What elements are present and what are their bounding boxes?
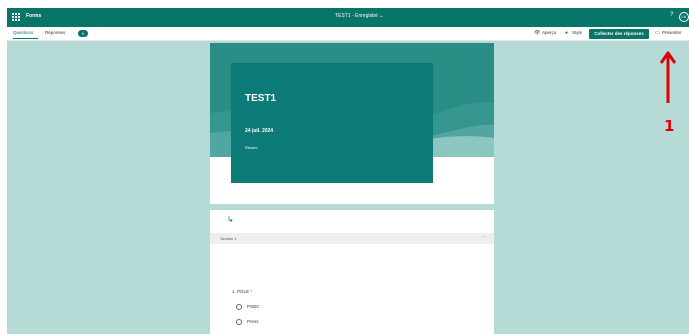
help-icon[interactable]: ? — [670, 12, 673, 18]
annotation-label: 1 — [664, 117, 675, 135]
palette-icon: ● — [565, 30, 569, 36]
form-date: 24 juil. 2024 — [245, 128, 274, 134]
app-name[interactable]: Forms — [26, 13, 41, 19]
responses-count-badge: 0 — [78, 30, 88, 37]
section-header[interactable]: Section 1 ··· — [210, 233, 494, 244]
question-text: 1. POLE — [232, 289, 250, 294]
section-label: Section 1 — [220, 236, 237, 241]
tab-questions[interactable]: Questions — [13, 30, 33, 35]
command-bar: Questions Réponses 0 👁 Aperçu ● Style Co… — [7, 27, 689, 41]
monitor-icon: ▭ — [655, 30, 660, 36]
avatar[interactable]: LK — [679, 12, 689, 22]
question-label[interactable]: 1. POLE * — [232, 289, 252, 294]
collect-responses-button[interactable]: Collecter des réponses — [589, 29, 649, 39]
radio-icon[interactable] — [236, 319, 242, 325]
preview-button[interactable]: Aperçu — [542, 30, 556, 35]
app-launcher-icon[interactable] — [12, 13, 20, 21]
title-panel: TEST1 24 juil. 2024 Résum — [231, 63, 433, 183]
option-label: Press — [247, 319, 259, 325]
present-button[interactable]: Présenter — [662, 30, 682, 35]
annotation-arrow — [660, 51, 676, 103]
option-press[interactable]: Press — [236, 319, 259, 325]
document-title[interactable]: TEST1 - Enregistré ⌄ — [335, 13, 383, 19]
app-header: Forms TEST1 - Enregistré ⌄ ? LK — [7, 8, 689, 27]
section-icon: ↳ — [227, 215, 234, 224]
radio-icon[interactable] — [236, 304, 242, 310]
style-button[interactable]: Style — [572, 30, 582, 35]
form-title[interactable]: TEST1 — [245, 93, 276, 104]
option-label: PSDC — [247, 304, 260, 310]
required-mark: * — [250, 289, 253, 294]
eye-icon: 👁 — [534, 30, 541, 36]
section-more-button[interactable]: ··· — [481, 234, 486, 240]
section-card[interactable]: ↳ Section 1 ··· 1. POLE * PSDC Press — [210, 210, 494, 334]
form-header-card[interactable]: TEST1 24 juil. 2024 Résum — [210, 43, 494, 204]
tab-active-indicator — [13, 38, 38, 39]
form-description[interactable]: Résum — [245, 145, 258, 150]
tab-responses[interactable]: Réponses — [45, 30, 65, 35]
option-psdc[interactable]: PSDC — [236, 304, 260, 310]
